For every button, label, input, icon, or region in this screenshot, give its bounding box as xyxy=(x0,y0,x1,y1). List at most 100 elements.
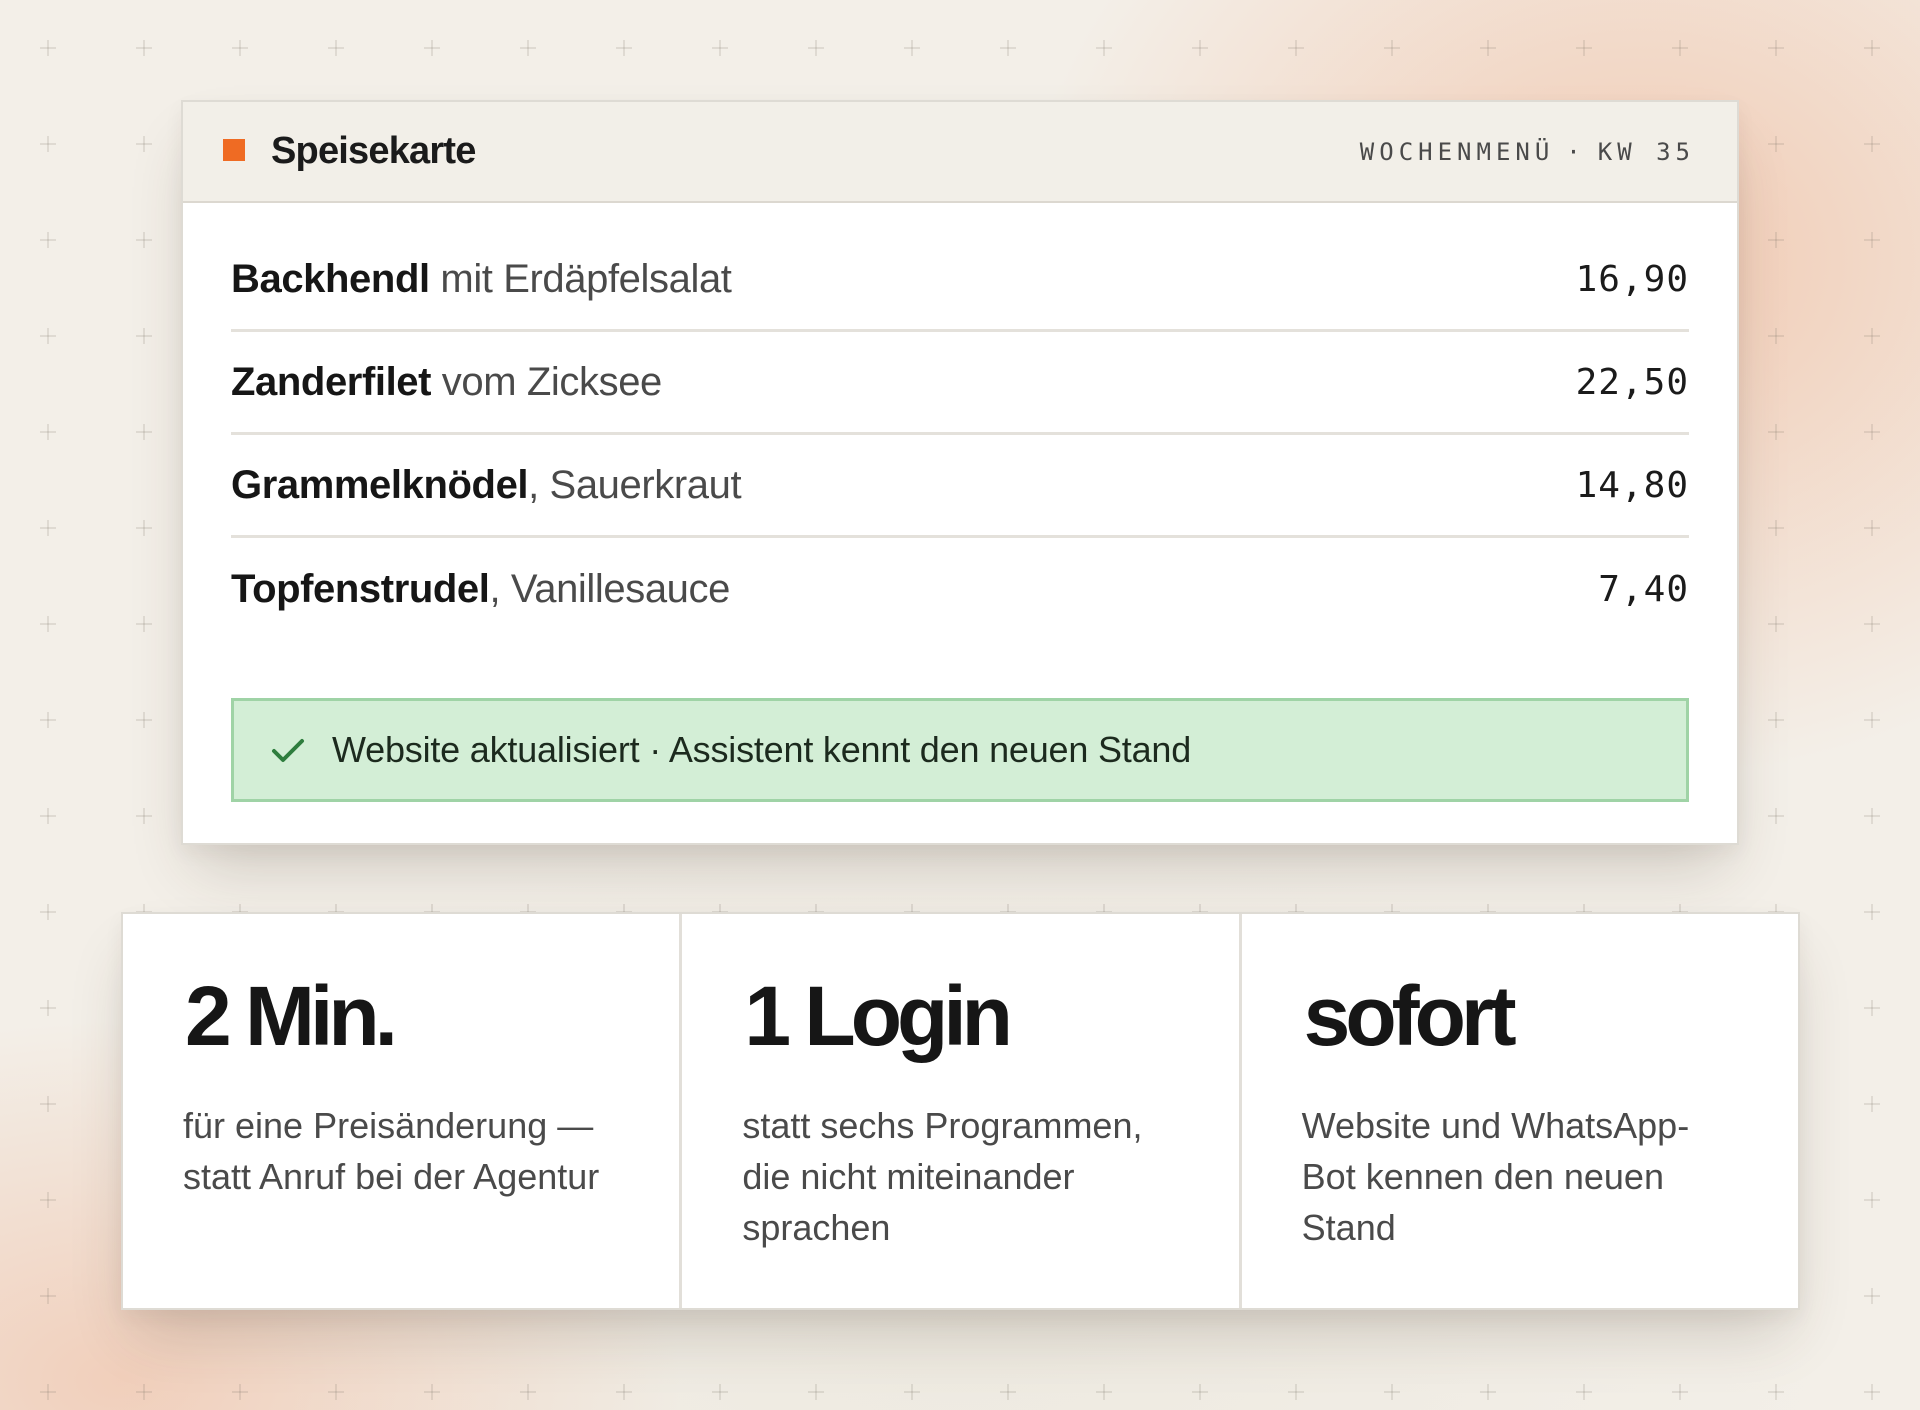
plus-mark xyxy=(1864,40,1880,56)
update-status-banner: Website aktualisiert · Assistent kennt d… xyxy=(231,698,1689,802)
menu-title: Speisekarte xyxy=(271,130,476,172)
plus-mark xyxy=(1864,1288,1880,1304)
plus-mark xyxy=(1480,1384,1496,1400)
plus-mark xyxy=(1768,712,1784,728)
plus-mark xyxy=(1864,712,1880,728)
plus-mark xyxy=(40,904,56,920)
plus-mark xyxy=(1768,1384,1784,1400)
dish-description: , Sauerkraut xyxy=(528,462,742,507)
plus-mark xyxy=(520,1384,536,1400)
accent-square-icon xyxy=(223,138,245,161)
plus-mark xyxy=(136,616,152,632)
plus-mark xyxy=(1768,808,1784,824)
plus-mark xyxy=(328,1384,344,1400)
dish-name: Backhendl xyxy=(231,256,430,301)
plus-mark xyxy=(1672,40,1688,56)
plus-mark xyxy=(1096,40,1112,56)
plus-mark xyxy=(40,520,56,536)
plus-mark xyxy=(1864,424,1880,440)
plus-mark xyxy=(40,1288,56,1304)
plus-mark xyxy=(520,40,536,56)
plus-mark xyxy=(40,1096,56,1112)
plus-mark xyxy=(1864,136,1880,152)
plus-mark xyxy=(136,712,152,728)
plus-mark xyxy=(40,1192,56,1208)
dish-price: 22,50 xyxy=(1575,361,1689,403)
plus-mark xyxy=(712,1384,728,1400)
plus-mark xyxy=(1864,1192,1880,1208)
stat-description: statt sechs Programmen, die nicht mitein… xyxy=(742,1105,1143,1248)
plus-mark xyxy=(1192,40,1208,56)
plus-mark xyxy=(712,40,728,56)
plus-mark xyxy=(1864,520,1880,536)
stat-card: sofort Website und WhatsApp-Bot kennen d… xyxy=(1242,914,1798,1308)
menu-card: Speisekarte WOCHENMENÜ · KW 35 Backhendl… xyxy=(181,100,1739,845)
plus-mark xyxy=(1864,328,1880,344)
plus-mark xyxy=(328,40,344,56)
plus-mark xyxy=(1864,1000,1880,1016)
dish-price: 16,90 xyxy=(1575,258,1689,300)
stat-card: 2 Min. für eine Preisänderung — statt An… xyxy=(123,914,683,1308)
plus-mark xyxy=(232,1384,248,1400)
plus-mark xyxy=(1768,424,1784,440)
plus-mark xyxy=(1768,328,1784,344)
plus-mark xyxy=(40,1384,56,1400)
stat-value: 2 Min. xyxy=(185,969,398,1063)
plus-mark xyxy=(1384,40,1400,56)
plus-mark xyxy=(808,1384,824,1400)
plus-mark xyxy=(136,1384,152,1400)
plus-mark xyxy=(616,40,632,56)
menu-list: Backhendl mit Erdäpfelsalat 16,90 Zander… xyxy=(231,229,1689,641)
plus-mark xyxy=(424,40,440,56)
plus-mark xyxy=(616,1384,632,1400)
plus-mark xyxy=(1768,40,1784,56)
plus-mark xyxy=(1864,232,1880,248)
plus-mark xyxy=(40,616,56,632)
plus-mark xyxy=(1576,1384,1592,1400)
week-menu-label: WOCHENMENÜ xyxy=(1359,137,1555,166)
plus-mark xyxy=(136,40,152,56)
plus-mark xyxy=(1000,40,1016,56)
dish: Topfenstrudel, Vanillesauce xyxy=(231,567,730,612)
plus-mark xyxy=(136,520,152,536)
stat-card: 1 Login statt sechs Programmen, die nich… xyxy=(682,914,1242,1308)
plus-mark xyxy=(1864,1384,1880,1400)
week-label: WOCHENMENÜ · KW 35 xyxy=(1360,138,1695,166)
plus-mark xyxy=(1864,808,1880,824)
plus-mark xyxy=(40,232,56,248)
plus-mark xyxy=(1288,40,1304,56)
dish: Backhendl mit Erdäpfelsalat xyxy=(231,257,732,302)
plus-mark xyxy=(40,424,56,440)
plus-mark xyxy=(1864,1096,1880,1112)
plus-mark xyxy=(1096,1384,1112,1400)
status-text: Website aktualisiert · Assistent kennt d… xyxy=(332,729,1192,770)
week-separator: · xyxy=(1566,137,1586,166)
stat-value: 1 Login xyxy=(744,969,1013,1063)
plus-mark xyxy=(904,1384,920,1400)
plus-mark xyxy=(232,40,248,56)
dish-name: Zanderfilet xyxy=(231,359,432,404)
check-icon xyxy=(272,739,304,762)
dish: Grammelknödel, Sauerkraut xyxy=(231,462,742,508)
plus-mark xyxy=(40,40,56,56)
menu-item: Grammelknödel, Sauerkraut 14,80 xyxy=(231,435,1689,538)
menu-header: Speisekarte WOCHENMENÜ · KW 35 xyxy=(183,102,1737,203)
plus-mark xyxy=(904,40,920,56)
plus-mark xyxy=(40,1000,56,1016)
dish-price: 14,80 xyxy=(1575,464,1689,506)
stat-value: sofort xyxy=(1303,969,1517,1063)
dish-description: vom Zicksee xyxy=(431,359,663,404)
dish-description: , Vanillesauce xyxy=(489,567,731,611)
dish-description: mit Erdäpfelsalat xyxy=(429,256,732,301)
dish-name: Grammelknödel xyxy=(231,462,529,507)
plus-mark xyxy=(1384,1384,1400,1400)
menu-item: Zanderfilet vom Zicksee 22,50 xyxy=(231,332,1689,435)
plus-mark xyxy=(1768,616,1784,632)
menu-item: Backhendl mit Erdäpfelsalat 16,90 xyxy=(231,229,1689,332)
plus-mark xyxy=(1768,136,1784,152)
plus-mark xyxy=(1768,520,1784,536)
plus-mark xyxy=(808,40,824,56)
plus-mark xyxy=(1000,1384,1016,1400)
plus-mark xyxy=(136,424,152,440)
plus-mark xyxy=(1768,232,1784,248)
